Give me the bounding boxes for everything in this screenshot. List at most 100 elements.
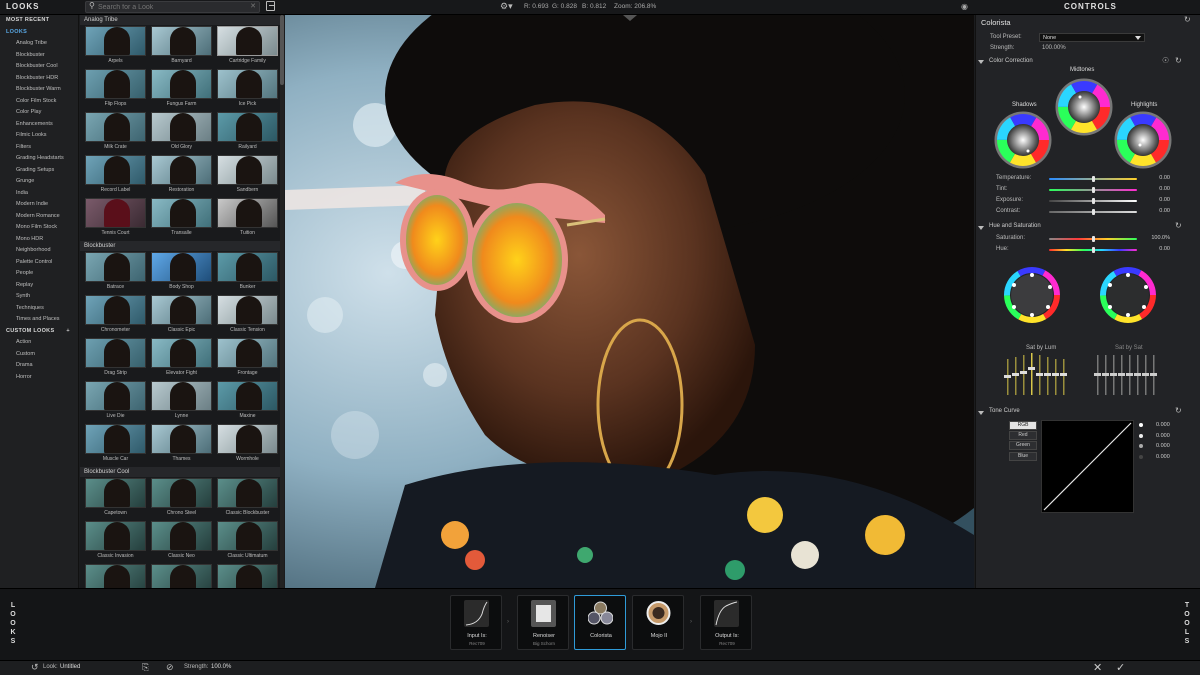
- look-thumbnail[interactable]: Drag Strip: [83, 338, 148, 381]
- tool-renoiser[interactable]: Renoiser Big Schorn: [517, 595, 569, 650]
- sidebar-item-horror[interactable]: Horror: [0, 372, 78, 384]
- look-thumbnail[interactable]: Frontage: [215, 338, 280, 381]
- thumbnail-image[interactable]: [85, 26, 146, 56]
- search-input[interactable]: [98, 2, 243, 12]
- group-header[interactable]: Analog Tribe: [80, 15, 281, 25]
- reset-icon[interactable]: ↻: [1184, 15, 1191, 24]
- look-thumbnail[interactable]: Tuition: [215, 198, 280, 241]
- thumbnail-image[interactable]: [151, 198, 212, 228]
- look-thumbnail[interactable]: Restoration: [149, 155, 214, 198]
- sidebar-section-custom-looks[interactable]: CUSTOM LOOKS +: [0, 326, 78, 338]
- tone-curve-graph[interactable]: [1041, 420, 1134, 513]
- look-thumbnail[interactable]: Lynne: [149, 381, 214, 424]
- sidebar-item-india[interactable]: India: [0, 188, 78, 200]
- look-thumbnail[interactable]: Milk Crate: [83, 112, 148, 155]
- thumbnail-image[interactable]: [217, 424, 278, 454]
- look-thumbnail[interactable]: Capetown: [83, 478, 148, 521]
- look-thumbnail[interactable]: Elevator Fight: [149, 338, 214, 381]
- sidebar-item-techniques[interactable]: Techniques: [0, 303, 78, 315]
- look-thumbnail[interactable]: Chronometer: [83, 295, 148, 338]
- curve-value[interactable]: 0.000: [1156, 422, 1170, 428]
- look-thumbnail[interactable]: Railyard: [215, 112, 280, 155]
- thumbnail-image[interactable]: [151, 564, 212, 588]
- sidebar-item-blockbuster[interactable]: Blockbuster: [0, 50, 78, 62]
- sidebar-item-color-film-stock[interactable]: Color Film Stock: [0, 96, 78, 108]
- look-thumbnail[interactable]: Sandbern: [215, 155, 280, 198]
- slider-value[interactable]: 0.00: [1146, 197, 1170, 203]
- thumbnail-image[interactable]: [217, 381, 278, 411]
- thumbnail-image[interactable]: [151, 155, 212, 185]
- thumbnail-image[interactable]: [217, 564, 278, 588]
- slider-value[interactable]: 0.00: [1146, 186, 1170, 192]
- look-thumbnail[interactable]: Transalle: [149, 198, 214, 241]
- highlights-wheel[interactable]: [1114, 111, 1172, 169]
- thumbnail-image[interactable]: [217, 338, 278, 368]
- gear-icon[interactable]: ⚙▾: [500, 1, 513, 12]
- look-thumbnail[interactable]: Old Glory: [149, 112, 214, 155]
- search-box[interactable]: ⚲ ✕: [85, 1, 260, 13]
- thumbnail-image[interactable]: [151, 69, 212, 99]
- look-thumbnail[interactable]: Fungus Farm: [149, 69, 214, 112]
- thumbnail-image[interactable]: [151, 252, 212, 282]
- reset-icon[interactable]: ↻: [1175, 406, 1182, 415]
- slider-value[interactable]: 0.00: [1146, 246, 1170, 252]
- slider-value[interactable]: 0.00: [1146, 208, 1170, 214]
- thumbnail-image[interactable]: [85, 198, 146, 228]
- sidebar-item-mono-film-stock[interactable]: Mono Film Stock: [0, 222, 78, 234]
- slider-knob[interactable]: [1091, 247, 1095, 253]
- sidebar-item-neighborhood[interactable]: Neighborhood: [0, 245, 78, 257]
- look-thumbnail[interactable]: Wormhole: [215, 424, 280, 467]
- look-name-value[interactable]: Untitled: [60, 664, 80, 670]
- look-thumbnail[interactable]: Classic Tension: [215, 295, 280, 338]
- look-thumbnail[interactable]: Live Die: [83, 381, 148, 424]
- color-wheels[interactable]: [976, 65, 1200, 175]
- strength-value[interactable]: 100.0%: [211, 664, 231, 670]
- sat-faders[interactable]: [1001, 353, 1181, 401]
- sidebar-item-blockbuster-hdr[interactable]: Blockbuster HDR: [0, 73, 78, 85]
- look-thumbnail[interactable]: Cartridge Family: [215, 26, 280, 69]
- sidebar-item-enhancements[interactable]: Enhancements: [0, 119, 78, 131]
- sidebar-item-modern-indie[interactable]: Modern Indie: [0, 199, 78, 211]
- thumbnail-image[interactable]: [85, 155, 146, 185]
- look-thumbnail[interactable]: Chrono Steel: [149, 478, 214, 521]
- hue-wheel-left[interactable]: [1004, 267, 1060, 323]
- look-thumbnail[interactable]: Barnyard: [149, 26, 214, 69]
- sat-by-sat-faders[interactable]: [1094, 355, 1157, 395]
- sidebar-item-filmic-looks[interactable]: Filmic Looks: [0, 130, 78, 142]
- sidebar-item-synth[interactable]: Synth: [0, 291, 78, 303]
- thumbnail-image[interactable]: [85, 69, 146, 99]
- thumbnail-image[interactable]: [85, 381, 146, 411]
- sidebar-item-times-and-places[interactable]: Times and Places: [0, 314, 78, 326]
- look-thumbnail[interactable]: Muscle Car: [83, 424, 148, 467]
- sidebar-item-replay[interactable]: Replay: [0, 280, 78, 292]
- look-thumbnail[interactable]: Arpels: [83, 26, 148, 69]
- thumbnail-image[interactable]: [85, 295, 146, 325]
- thumbnail-image[interactable]: [151, 381, 212, 411]
- look-thumbnail[interactable]: Classic Neo: [149, 521, 214, 564]
- thumbnail-image[interactable]: [85, 424, 146, 454]
- hue-wheels[interactable]: [976, 265, 1200, 327]
- thumbnail-image[interactable]: [217, 26, 278, 56]
- thumbnail-image[interactable]: [151, 478, 212, 508]
- tool-colorista[interactable]: Colorista: [574, 595, 626, 650]
- thumbnail-image[interactable]: [217, 112, 278, 142]
- thumbnail-image[interactable]: [151, 112, 212, 142]
- curve-channel-red[interactable]: Red: [1009, 431, 1037, 440]
- sidebar-item-analog-tribe[interactable]: Analog Tribe: [0, 38, 78, 50]
- curve-value[interactable]: 0.000: [1156, 443, 1170, 449]
- sat-by-lum-faders[interactable]: [1004, 353, 1067, 395]
- collapse-triangle-icon[interactable]: [978, 226, 984, 230]
- thumbnail-image[interactable]: [85, 478, 146, 508]
- sidebar-item-palette-control[interactable]: Palette Control: [0, 257, 78, 269]
- slider-value[interactable]: 0.00: [1146, 175, 1170, 181]
- thumbnail-image[interactable]: [151, 338, 212, 368]
- sidebar-section-looks[interactable]: LOOKS: [0, 27, 78, 39]
- collapse-triangle-icon[interactable]: [978, 411, 984, 415]
- looks-tab-label[interactable]: LOOKS: [7, 601, 19, 646]
- look-thumbnail[interactable]: Thames: [149, 424, 214, 467]
- sidebar-item-filters[interactable]: Filters: [0, 142, 78, 154]
- sidebar-item-grunge[interactable]: Grunge: [0, 176, 78, 188]
- tool-input[interactable]: Input Is: Rec709: [450, 595, 502, 650]
- curve-channel-blue[interactable]: Blue: [1009, 452, 1037, 461]
- sidebar-item-custom[interactable]: Custom: [0, 349, 78, 361]
